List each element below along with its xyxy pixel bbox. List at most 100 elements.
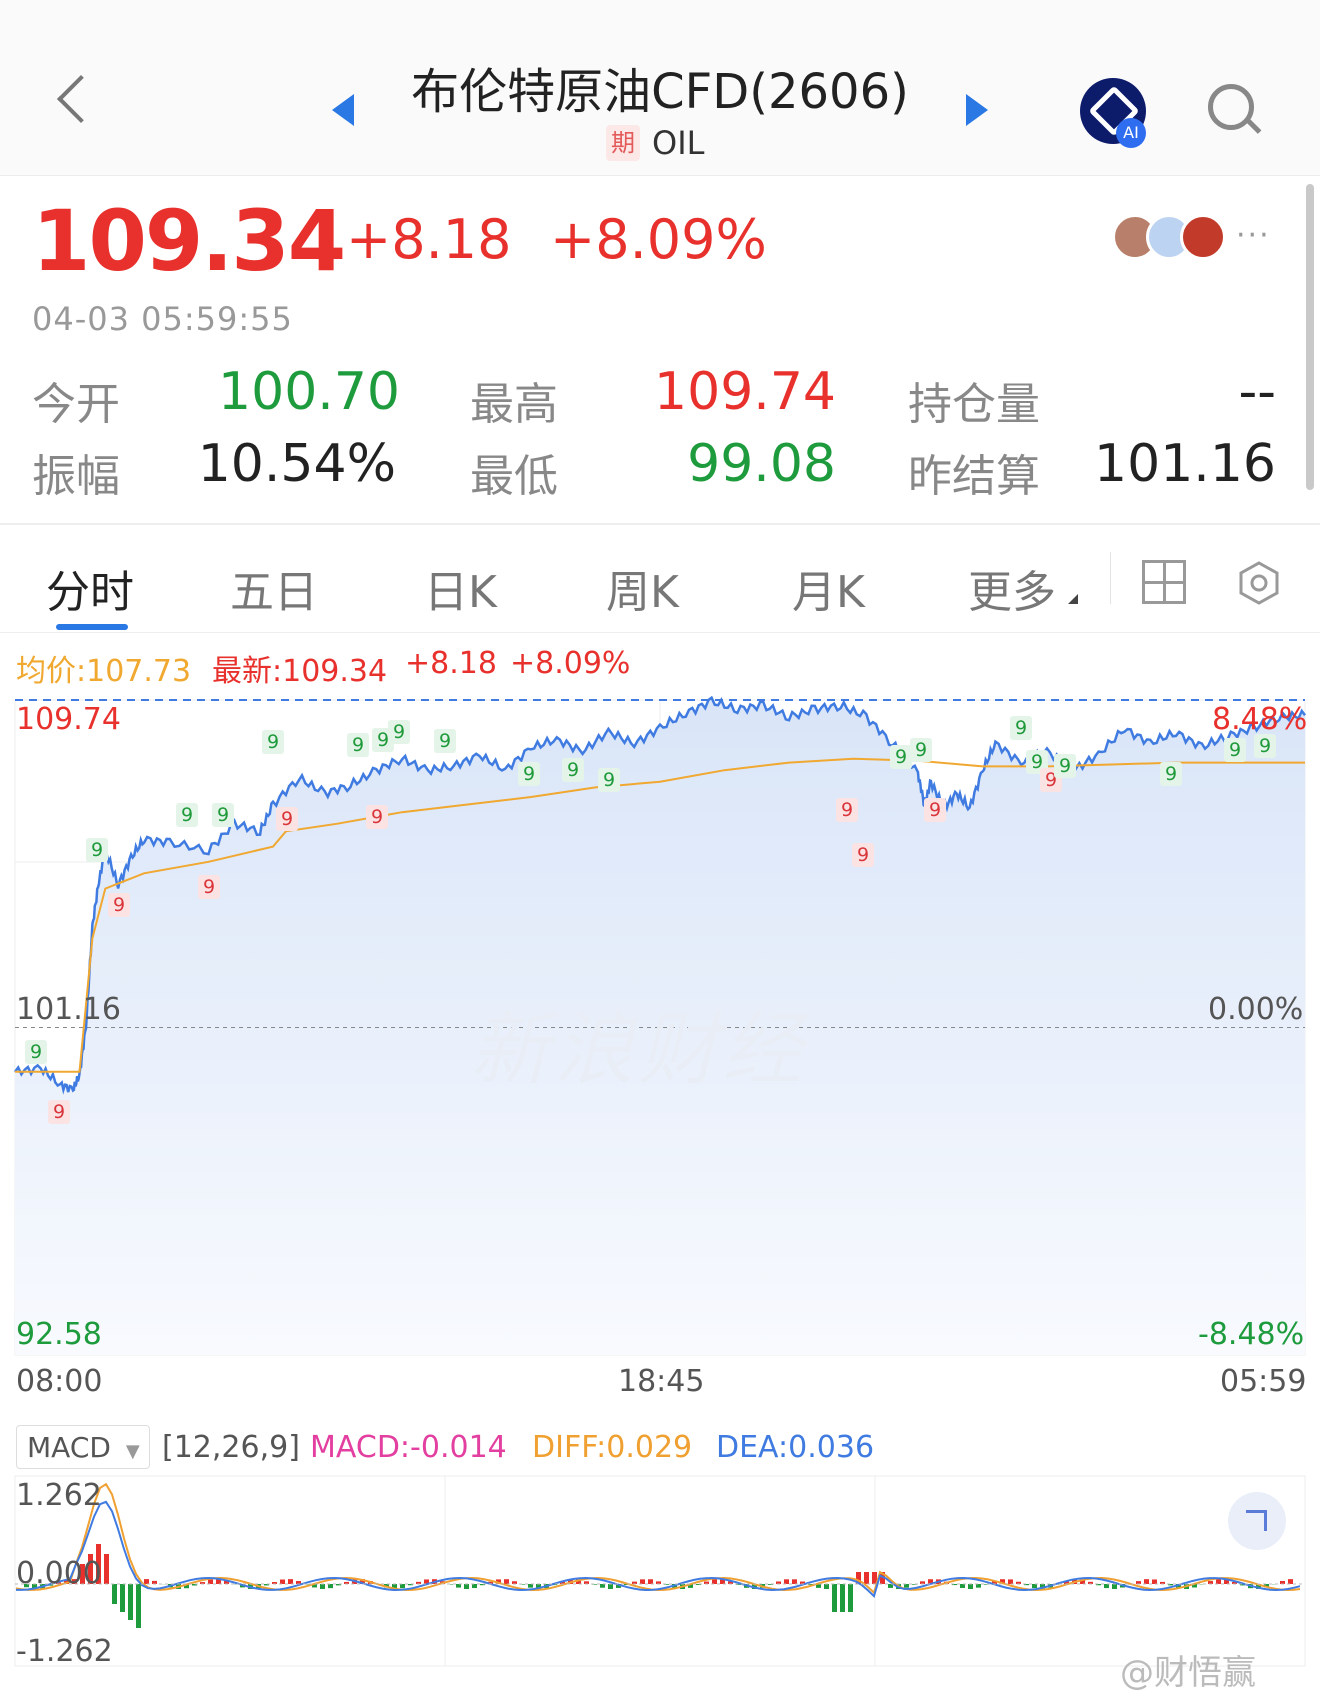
stat-label-high: 最高 [470, 379, 558, 430]
macd-histogram-bar [112, 1584, 117, 1604]
y-axis-mid-label: 101.16 [16, 992, 121, 1027]
sequence-marker-icon: 9 [366, 805, 388, 829]
expand-icon [1246, 1510, 1267, 1531]
sequence-marker-icon: 9 [108, 893, 130, 917]
macd-histogram-bar [1152, 1579, 1157, 1584]
stat-value-open-interest: -- [1238, 362, 1276, 422]
dropdown-corner-icon [1068, 594, 1078, 604]
settings-icon[interactable] [1236, 560, 1282, 606]
previous-instrument-icon[interactable] [332, 94, 354, 126]
price-change-pct: +8.09% [550, 208, 767, 271]
macd-histogram-bar [1032, 1584, 1037, 1589]
tab-weekly-k[interactable]: 周K [606, 556, 679, 620]
y-axis-low-label: 92.58 [16, 1317, 102, 1352]
sequence-marker-icon: 9 [434, 729, 456, 753]
macd-histogram-bar [1288, 1579, 1293, 1584]
macd-histogram-bar [104, 1554, 109, 1584]
macd-histogram-bar [120, 1584, 125, 1612]
macd-histogram-bar [848, 1584, 853, 1612]
legend-change: +8.18 [405, 646, 497, 681]
macd-y-mid-label: 0.000 [16, 1556, 102, 1591]
diff-line [15, 1482, 1301, 1595]
macd-histogram-bar [1216, 1579, 1221, 1584]
quote-time: 04-03 05:59:55 [32, 300, 293, 338]
macd-histogram-bar [904, 1584, 909, 1588]
sequence-marker-icon: 9 [86, 838, 108, 862]
sequence-marker-icon: 9 [562, 758, 584, 782]
macd-histogram-bar [136, 1584, 141, 1628]
sequence-marker-icon: 9 [852, 843, 874, 867]
legend-latest-price: 最新:109.34 [212, 654, 388, 689]
stat-label-open-interest: 持仓量 [908, 379, 1040, 430]
sequence-marker-icon: 9 [198, 875, 220, 899]
diff-value: DIFF:0.029 [532, 1430, 693, 1465]
macd-histogram-bar [1144, 1579, 1149, 1584]
weibo-watermark: @财悟赢 [1120, 1653, 1256, 1693]
indicator-select-label: MACD [27, 1431, 111, 1464]
macd-frame [14, 1475, 1306, 1667]
macd-histogram-bar [128, 1584, 133, 1620]
macd-histogram-bar [640, 1579, 645, 1584]
pct-axis-low-label: -8.48% [1198, 1317, 1305, 1352]
macd-histogram-bar [1104, 1584, 1109, 1589]
stat-value-prev-settle: 101.16 [1094, 434, 1276, 494]
stat-value-high: 109.74 [654, 362, 836, 422]
sequence-marker-icon: 9 [1010, 716, 1032, 740]
macd-histogram-bar [968, 1584, 973, 1589]
sequence-marker-icon: 9 [25, 1040, 47, 1064]
sequence-marker-icon: 9 [212, 803, 234, 827]
y-axis-high-label: 109.74 [16, 702, 121, 737]
next-instrument-icon[interactable] [966, 94, 988, 126]
sequence-marker-icon: 9 [1160, 762, 1182, 786]
avatar[interactable] [1180, 214, 1226, 260]
tab-intraday[interactable]: 分时 [46, 556, 134, 620]
macd-histogram-bar [1112, 1584, 1117, 1589]
legend-avg-price: 均价:107.73 [16, 654, 192, 689]
macd-histogram-bar [792, 1579, 797, 1584]
macd-histogram-bar [320, 1584, 325, 1589]
stat-value-amplitude: 10.54% [197, 434, 396, 494]
tab-active-indicator [56, 624, 128, 630]
macd-histogram-bar [464, 1584, 469, 1589]
macd-histogram-bar [280, 1579, 285, 1584]
macd-histogram-bar [400, 1584, 405, 1589]
more-icon[interactable]: ··· [1236, 218, 1271, 253]
macd-histogram-bar [864, 1572, 869, 1584]
sequence-marker-icon: 9 [347, 733, 369, 757]
pct-axis-mid-label: 0.00% [1208, 992, 1304, 1027]
macd-histogram-bar [600, 1584, 605, 1588]
macd-histogram-bar [824, 1584, 829, 1589]
macd-histogram-bar [712, 1579, 717, 1584]
sequence-marker-icon: 9 [910, 738, 932, 762]
stat-value-low: 99.08 [687, 434, 836, 494]
last-price: 109.34 [32, 192, 346, 290]
tab-more[interactable]: 更多 [968, 556, 1056, 620]
macd-histogram-bar [208, 1579, 213, 1584]
macd-histogram-bar [832, 1584, 837, 1612]
macd-y-low-label: -1.262 [16, 1634, 113, 1669]
layout-grid-icon[interactable] [1142, 560, 1186, 604]
macd-histogram-bar [328, 1584, 333, 1589]
tab-five-day[interactable]: 五日 [230, 556, 318, 620]
legend-change-pct: +8.09% [510, 646, 631, 681]
macd-value: MACD:-0.014 [310, 1430, 507, 1465]
macd-histogram-bar [1008, 1579, 1013, 1584]
divider [0, 523, 1320, 525]
sequence-marker-icon: 9 [1224, 738, 1246, 762]
stat-label-low: 最低 [470, 451, 558, 502]
tab-daily-k[interactable]: 日K [424, 556, 497, 620]
sequence-marker-icon: 9 [598, 768, 620, 792]
sequence-marker-icon: 9 [890, 745, 912, 769]
dea-value: DEA:0.036 [716, 1430, 875, 1465]
macd-chart[interactable] [0, 1472, 1320, 1672]
sequence-marker-icon: 9 [836, 798, 858, 822]
sequence-marker-icon: 9 [176, 803, 198, 827]
x-axis-label: 08:00 [16, 1364, 103, 1399]
instrument-code: OIL [652, 124, 705, 162]
x-axis-label: 18:45 [618, 1364, 705, 1399]
indicator-select[interactable]: MACD ▼ [16, 1425, 150, 1469]
macd-histogram-bar [288, 1579, 293, 1584]
scrollbar[interactable] [1306, 184, 1314, 490]
sequence-marker-icon: 9 [48, 1100, 70, 1124]
tab-monthly-k[interactable]: 月K [792, 556, 865, 620]
